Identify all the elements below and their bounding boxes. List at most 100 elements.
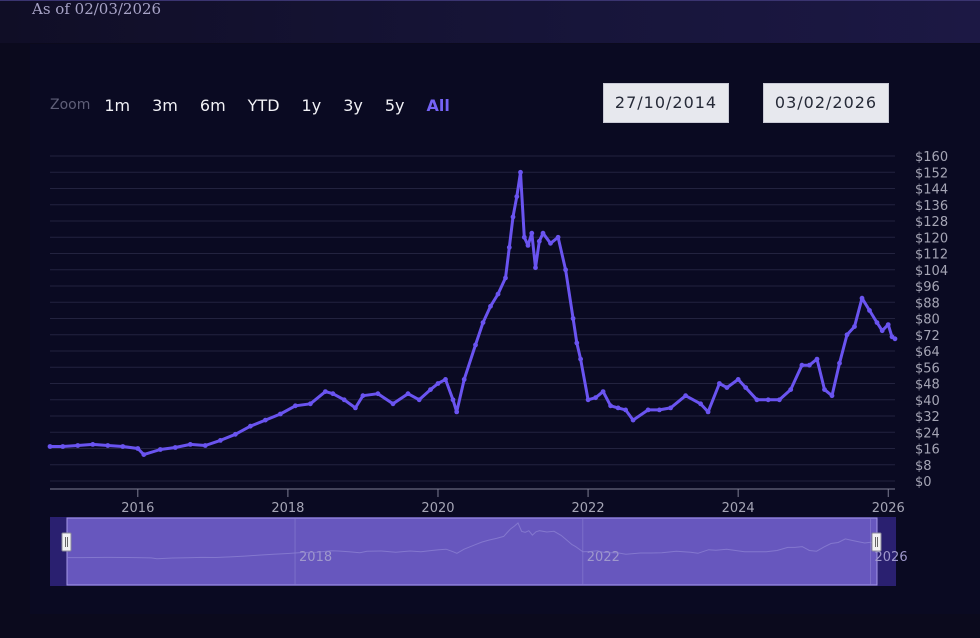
y-tick-label: $88 xyxy=(915,296,940,311)
y-tick-label: $96 xyxy=(915,280,940,295)
price-point xyxy=(874,320,880,325)
price-point xyxy=(788,387,794,392)
y-tick-label: $40 xyxy=(915,394,940,409)
price-point xyxy=(533,265,538,271)
price-point xyxy=(623,407,628,413)
price-point xyxy=(885,322,891,327)
price-point xyxy=(461,377,467,382)
price-point xyxy=(473,342,478,348)
y-tick-label: $24 xyxy=(915,426,940,441)
price-point xyxy=(293,403,298,409)
price-point xyxy=(514,194,520,200)
price-point xyxy=(360,393,366,399)
price-point xyxy=(187,442,193,447)
price-point xyxy=(548,240,553,246)
price-point xyxy=(683,393,688,399)
price-point xyxy=(593,395,598,401)
price-point xyxy=(47,444,53,449)
price-point xyxy=(75,443,81,448)
price-point xyxy=(698,401,703,407)
price-point xyxy=(657,407,662,413)
price-point xyxy=(585,397,591,403)
y-tick-label: $152 xyxy=(915,166,948,181)
price-point xyxy=(454,409,460,415)
x-tick-label: 2018 xyxy=(271,501,304,516)
price-point xyxy=(608,403,613,409)
price-point xyxy=(450,397,456,403)
price-point xyxy=(735,377,741,382)
price-point xyxy=(867,308,872,313)
y-tick-label: $128 xyxy=(915,215,948,230)
price-point xyxy=(202,443,208,448)
price-point xyxy=(60,444,66,449)
price-point xyxy=(263,417,268,423)
x-tick-label: 2026 xyxy=(872,501,905,516)
price-point xyxy=(308,401,313,407)
x-tick-label: 2020 xyxy=(421,501,454,516)
price-point xyxy=(799,362,805,368)
price-point xyxy=(90,442,96,447)
price-point xyxy=(135,446,141,451)
price-point xyxy=(375,391,381,397)
price-point xyxy=(807,362,812,368)
price-point xyxy=(668,405,673,411)
price-point xyxy=(435,381,441,386)
y-tick-label: $144 xyxy=(915,183,948,198)
price-point xyxy=(743,385,749,390)
price-point xyxy=(822,387,827,392)
price-point xyxy=(600,389,606,394)
price-point xyxy=(120,444,126,449)
price-point xyxy=(717,381,722,386)
price-point xyxy=(330,391,336,397)
price-series xyxy=(47,169,898,457)
price-point xyxy=(536,238,542,244)
navigator-label: 2026 xyxy=(875,550,908,565)
price-point xyxy=(837,360,842,366)
y-tick-label: $64 xyxy=(915,345,940,360)
price-chart: $0$8$16 $24$32$40$48 $56$64$72$80 $88$96$10… xyxy=(47,150,948,586)
price-point xyxy=(172,445,178,450)
price-point xyxy=(570,316,576,321)
y-tick-label: $112 xyxy=(915,248,948,263)
x-tick-label: 2016 xyxy=(121,501,154,516)
price-point xyxy=(416,397,422,403)
price-point xyxy=(105,443,111,448)
price-point xyxy=(879,328,885,334)
price-point xyxy=(488,303,493,309)
navigator-handle-right[interactable] xyxy=(871,532,882,552)
price-point xyxy=(506,245,512,250)
navigator[interactable]: 2018 2022 2026 xyxy=(50,517,908,586)
price-point xyxy=(540,230,546,236)
price-point xyxy=(765,397,771,403)
price-point xyxy=(495,291,501,297)
y-tick-label: $80 xyxy=(915,313,940,328)
price-line xyxy=(50,170,896,457)
price-point xyxy=(555,234,561,240)
navigator-handle-left[interactable] xyxy=(61,532,72,552)
price-point xyxy=(503,275,508,281)
price-point xyxy=(405,391,411,397)
price-point xyxy=(777,397,782,403)
y-tick-label: $48 xyxy=(915,378,940,393)
price-point xyxy=(724,385,730,390)
price-point xyxy=(510,214,516,220)
price-point xyxy=(859,295,865,301)
price-point xyxy=(218,438,223,443)
x-tick-label: 2022 xyxy=(572,501,605,516)
x-axis: 2016 2018 2020 2022 2024 2026 xyxy=(121,489,905,516)
y-tick-label: $0 xyxy=(915,475,932,490)
price-point xyxy=(844,332,850,338)
price-point xyxy=(892,336,898,342)
y-tick-label: $32 xyxy=(915,410,940,425)
price-point xyxy=(814,356,820,362)
y-tick-label: $56 xyxy=(915,361,940,376)
y-tick-label: $120 xyxy=(915,231,948,246)
price-point xyxy=(390,401,396,407)
y-tick-label: $160 xyxy=(915,150,948,165)
y-tick-label: $16 xyxy=(915,443,940,458)
price-point xyxy=(645,407,651,413)
price-point xyxy=(563,267,568,273)
price-point xyxy=(141,452,147,457)
price-point xyxy=(578,356,583,362)
price-point xyxy=(157,447,163,452)
